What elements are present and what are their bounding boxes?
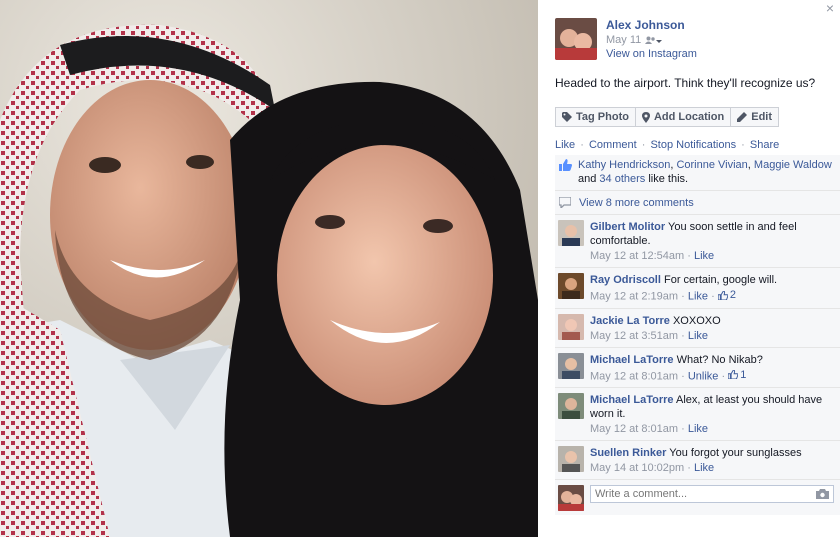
commenter-name[interactable]: Suellen Rinker [590, 447, 666, 459]
photo-viewer[interactable] [0, 0, 538, 537]
commenter-name[interactable]: Ray Odriscoll [590, 274, 661, 286]
likes-and: and [578, 173, 597, 185]
post-header: Alex Johnson May 11 View on Instagram [555, 18, 697, 61]
commenter-avatar[interactable] [558, 273, 584, 299]
avatar[interactable] [558, 485, 584, 511]
liker-name[interactable]: Kathy Hendrickson [578, 159, 670, 171]
comment-time[interactable]: May 12 at 8:01am [590, 370, 678, 382]
commenter-avatar[interactable] [558, 313, 584, 340]
commenter-name[interactable]: Michael LaTorre [590, 354, 674, 366]
comment-time[interactable]: May 12 at 2:19am [590, 291, 678, 303]
photo-actions: Tag Photo Add Location Edit [555, 107, 780, 127]
post-date[interactable]: May 11 [606, 33, 641, 47]
separator: · [580, 139, 584, 151]
comment-text: For certain, google will. [663, 274, 778, 286]
camera-icon[interactable] [816, 489, 829, 499]
edit-button[interactable]: Edit [731, 107, 780, 127]
separator: · [721, 370, 726, 382]
share-link[interactable]: Share [750, 139, 779, 151]
stop-notifications-link[interactable]: Stop Notifications [650, 139, 736, 151]
commenter-avatar[interactable] [558, 352, 584, 379]
comment-like-link[interactable]: Like [688, 291, 708, 303]
ufi-feed: Kathy Hendrickson, Corinne Vivian, Maggi… [555, 155, 840, 515]
add-location-button[interactable]: Add Location [635, 107, 732, 127]
edit-label: Edit [751, 111, 773, 123]
separator: · [681, 329, 685, 342]
thumbs-up-icon [728, 370, 739, 379]
view-more-comments-label[interactable]: View 8 more comments [579, 197, 694, 209]
close-icon[interactable]: × [826, 1, 834, 15]
post-caption: Headed to the airport. Think they'll rec… [555, 76, 816, 90]
comment-bubble-icon [559, 197, 573, 208]
separator: · [641, 139, 646, 151]
comment-like-count[interactable]: 2 [717, 288, 736, 302]
comment-like-count[interactable]: 1 [728, 368, 746, 382]
separator: · [687, 462, 691, 474]
post-action-links: Like · Comment · Stop Notifications · Sh… [555, 139, 779, 151]
like-count-value: 1 [740, 368, 747, 381]
comment-row: Gilbert Molitor You soon settle in and f… [555, 215, 840, 268]
author-name[interactable]: Alex Johnson [606, 18, 697, 32]
friends-icon[interactable] [645, 36, 663, 45]
tag-icon [562, 112, 572, 122]
commenter-name[interactable]: Gilbert Molitor [590, 221, 665, 233]
comment-time[interactable]: May 12 at 8:01am [590, 423, 678, 435]
comment-input-box[interactable] [590, 485, 834, 503]
comment-composer [555, 480, 840, 515]
location-pin-icon [641, 111, 650, 123]
separator: · [681, 290, 685, 303]
pencil-icon [737, 112, 748, 122]
commenter-name[interactable]: Michael LaTorre [590, 394, 674, 406]
comment-time[interactable]: May 14 at 10:02pm [590, 462, 684, 474]
photo-image [0, 0, 538, 537]
comment-like-link[interactable]: Like [694, 462, 714, 474]
tag-photo-button[interactable]: Tag Photo [555, 107, 636, 127]
tag-photo-label: Tag Photo [576, 111, 629, 123]
liker-name[interactable]: Maggie Waldow [754, 159, 832, 171]
likes-others-link[interactable]: 34 others [599, 173, 645, 185]
comment-row: Michael LaTorre Alex, at least you shoul… [555, 388, 840, 441]
commenter-avatar[interactable] [558, 393, 584, 419]
commenter-avatar[interactable] [558, 446, 584, 472]
like-count-value: 2 [729, 289, 736, 301]
commenter-avatar[interactable] [558, 220, 584, 246]
thumbs-up-icon [559, 158, 572, 186]
comment-link[interactable]: Comment [589, 139, 637, 151]
comment-time[interactable]: May 12 at 12:54am [590, 250, 684, 262]
separator: · [681, 423, 685, 435]
separator: · [681, 370, 685, 382]
commenter-name[interactable]: Jackie La Torre [590, 315, 670, 327]
comment-text: What? No Nikab? [676, 353, 763, 366]
comment-row: Suellen Rinker You forgot your sunglasse… [555, 441, 840, 480]
comment-row: Michael LaTorre What? No Nikab? May 12 at… [555, 348, 840, 388]
comment-list: Gilbert Molitor You soon settle in and f… [555, 215, 840, 480]
comment-row: Jackie La Torre XOXOXO May 12 at 3:51am ·… [555, 309, 840, 348]
like-link[interactable]: Like [555, 139, 575, 151]
separator: · [711, 290, 715, 303]
comment-text: You forgot your sunglasses [669, 447, 802, 459]
separator: · [741, 139, 745, 151]
comment-text: XOXOXO [672, 314, 721, 327]
view-on-instagram-link[interactable]: View on Instagram [606, 47, 697, 61]
liker-name[interactable]: Corinne Vivian [676, 159, 747, 171]
photo-detail-panel: × Alex Johnson May 11 View on Instagram … [538, 0, 840, 537]
add-location-label: Add Location [653, 111, 725, 123]
comment-like-link[interactable]: Like [688, 423, 708, 435]
likes-summary: Kathy Hendrickson, Corinne Vivian, Maggi… [555, 155, 840, 191]
view-more-comments[interactable]: View 8 more comments [555, 191, 840, 215]
author-avatar[interactable] [555, 18, 597, 60]
comment-row: Ray Odriscoll For certain, google will. M… [555, 268, 840, 309]
thumbs-up-icon [717, 290, 728, 300]
comment-like-link[interactable]: Like [688, 330, 708, 342]
separator: · [687, 250, 691, 262]
comment-like-link[interactable]: Unlike [688, 370, 719, 382]
comment-input[interactable] [595, 488, 816, 500]
likes-tail: like this. [648, 173, 689, 185]
comment-like-link[interactable]: Like [694, 250, 714, 262]
comment-time[interactable]: May 12 at 3:51am [590, 330, 678, 342]
